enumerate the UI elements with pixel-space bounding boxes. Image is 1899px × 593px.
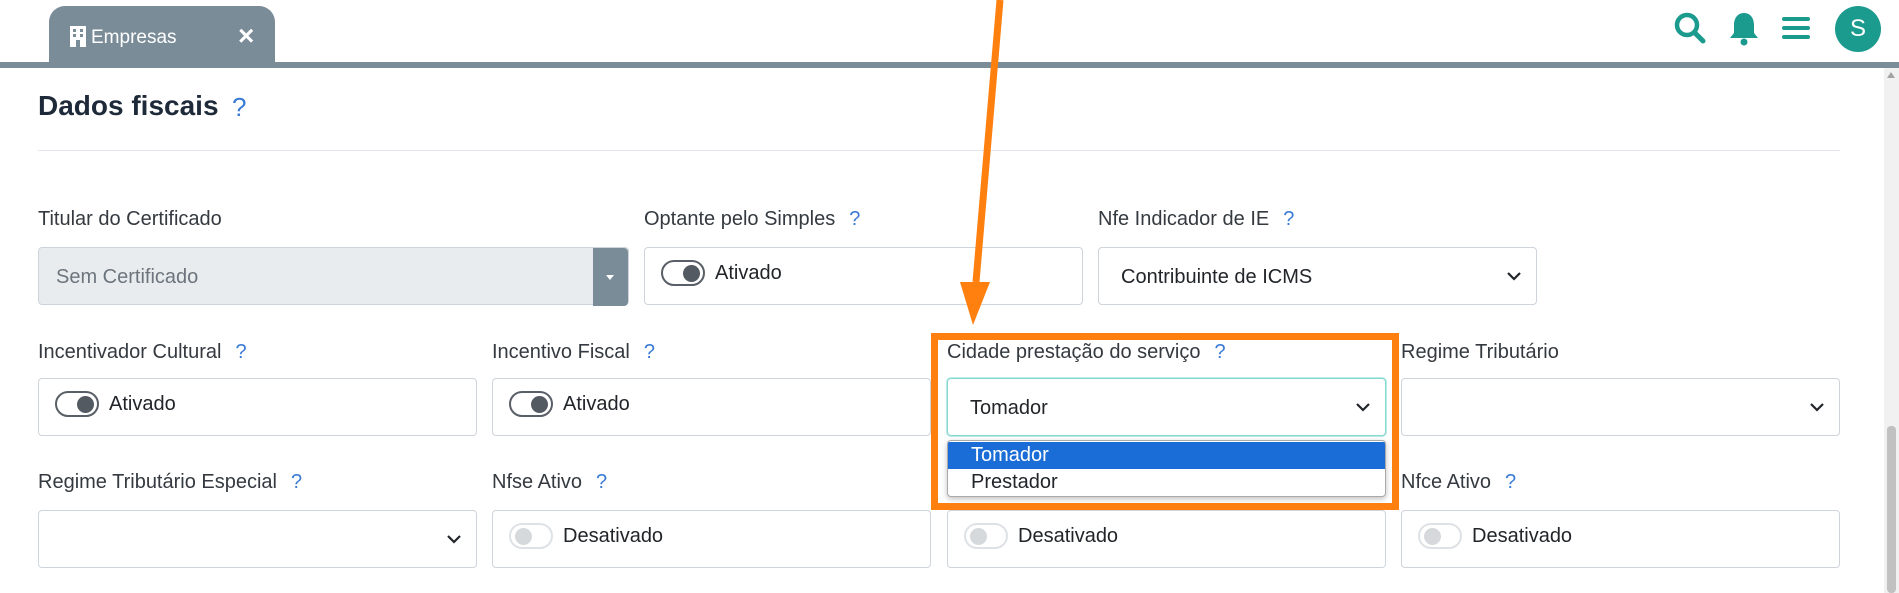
hidden-toggle[interactable]: [964, 523, 1008, 549]
optante-field: Ativado: [644, 247, 1083, 305]
titular-label: Titular do Certificado: [38, 208, 222, 230]
regime-select[interactable]: [1401, 378, 1840, 436]
optante-toggle[interactable]: [661, 260, 705, 286]
close-icon[interactable]: ×: [238, 22, 254, 50]
nfse-state: Desativado: [563, 525, 664, 547]
nfce-toggle[interactable]: [1418, 523, 1462, 549]
incentivador-field: Ativado: [38, 378, 477, 436]
optante-label: Optante pelo Simples?: [644, 208, 861, 230]
top-bar: Empresas × S: [0, 0, 1899, 62]
nfse-toggle[interactable]: [509, 523, 553, 549]
tab-empresas[interactable]: Empresas ×: [49, 6, 275, 62]
titular-value: Sem Certificado: [56, 266, 199, 288]
incentivo-label: Incentivo Fiscal?: [492, 341, 655, 363]
chevron-down-icon: [1810, 403, 1824, 412]
nfe-ie-select[interactable]: Contribuinte de ICMS: [1098, 247, 1537, 305]
incentivo-field: Ativado: [492, 378, 931, 436]
titular-dropdown-toggle[interactable]: [593, 248, 628, 306]
hidden-toggle-field: Desativado: [947, 510, 1386, 568]
chevron-down-icon: [447, 535, 461, 544]
help-icon[interactable]: ?: [849, 208, 860, 230]
scroll-up-icon[interactable]: [1887, 72, 1895, 78]
titular-select[interactable]: Sem Certificado: [38, 247, 629, 306]
optante-state: Ativado: [715, 262, 782, 284]
nfce-field: Desativado: [1401, 510, 1840, 568]
regime-label: Regime Tributário: [1401, 341, 1559, 363]
tab-bar-divider: [0, 62, 1899, 68]
help-icon[interactable]: ?: [232, 92, 246, 123]
bell-icon[interactable]: [1724, 8, 1764, 48]
section-title: Dados fiscais: [38, 90, 219, 121]
incentivador-state: Ativado: [109, 393, 176, 415]
building-icon: [70, 26, 86, 47]
search-icon[interactable]: [1670, 8, 1710, 48]
incentivo-state: Ativado: [563, 393, 630, 415]
nfce-state: Desativado: [1472, 525, 1573, 547]
help-icon[interactable]: ?: [291, 471, 302, 493]
incentivo-toggle[interactable]: [509, 391, 553, 417]
help-icon[interactable]: ?: [1505, 471, 1516, 493]
chevron-down-icon: [1507, 272, 1521, 281]
help-icon[interactable]: ?: [644, 341, 655, 363]
help-icon[interactable]: ?: [235, 341, 246, 363]
highlight-box: [931, 333, 1399, 510]
help-icon[interactable]: ?: [1283, 208, 1294, 230]
hidden-toggle-state: Desativado: [1018, 525, 1119, 547]
scrollbar-thumb[interactable]: [1887, 426, 1896, 593]
nfce-label: Nfce Ativo?: [1401, 471, 1517, 493]
nfse-label: Nfse Ativo?: [492, 471, 608, 493]
avatar[interactable]: S: [1835, 6, 1881, 52]
menu-icon[interactable]: [1776, 8, 1816, 48]
incentivador-label: Incentivador Cultural?: [38, 341, 247, 363]
nfse-field: Desativado: [492, 510, 931, 568]
nfe-ie-value: Contribuinte de ICMS: [1121, 266, 1313, 288]
caret-down-icon: [606, 275, 614, 280]
regime-especial-select[interactable]: [38, 510, 477, 568]
nfe-ie-label: Nfe Indicador de IE?: [1098, 208, 1295, 230]
incentivador-toggle[interactable]: [55, 391, 99, 417]
tab-label: Empresas: [91, 27, 177, 48]
section-divider: [38, 150, 1840, 151]
help-icon[interactable]: ?: [596, 471, 607, 493]
regime-especial-label: Regime Tributário Especial?: [38, 471, 303, 493]
